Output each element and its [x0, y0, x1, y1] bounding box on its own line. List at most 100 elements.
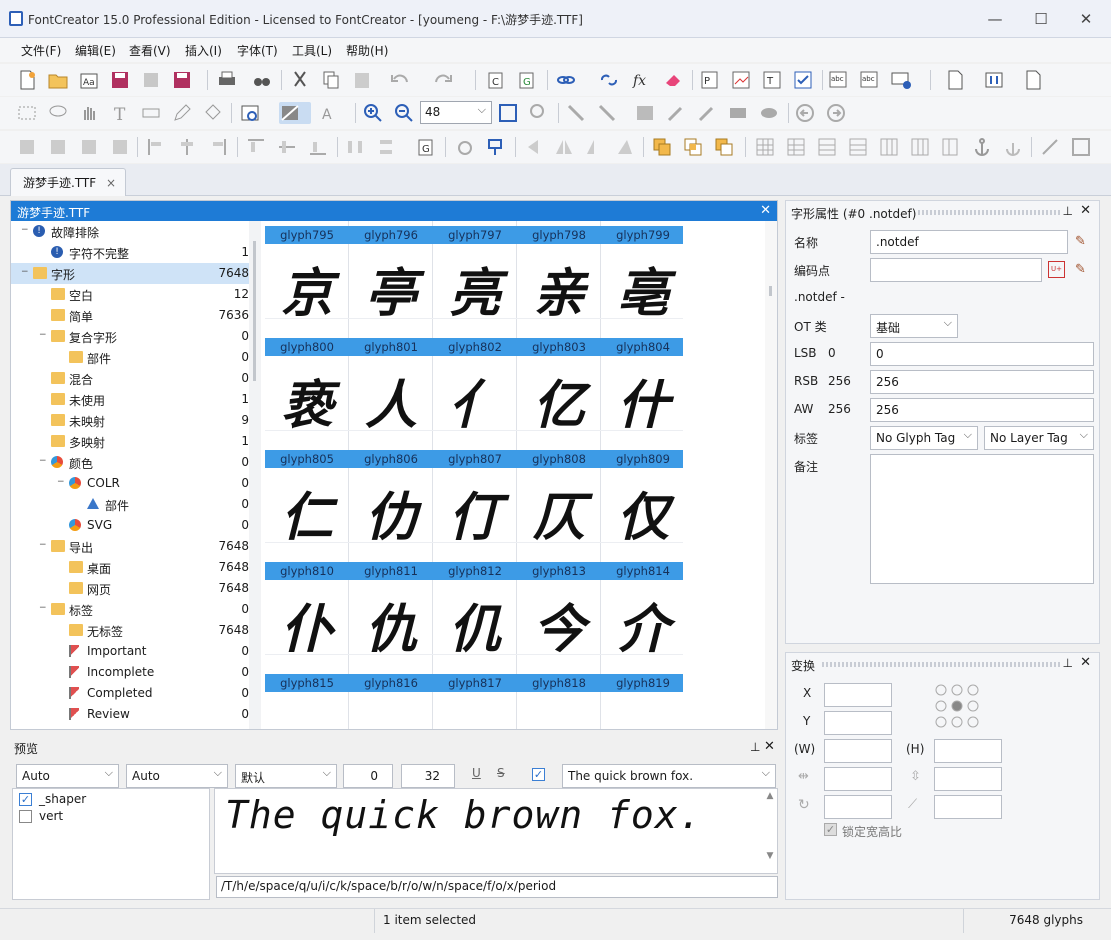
align-middle-icon[interactable]	[276, 136, 298, 158]
properties-icon[interactable]: P	[699, 69, 721, 91]
glyph-cell[interactable]: glyph798	[517, 221, 601, 244]
autohint-icon[interactable]: A	[320, 102, 342, 124]
glyph-cell[interactable]: 亮 glyph802	[433, 244, 517, 356]
measure-icon[interactable]	[140, 102, 162, 124]
back-icon[interactable]	[794, 102, 816, 124]
spacing-stepper[interactable]: 0	[343, 764, 393, 788]
open-icon[interactable]	[47, 69, 69, 91]
tree-expander-icon[interactable]: −	[57, 478, 66, 487]
zoom-out-icon[interactable]	[393, 102, 415, 124]
subtract-icon[interactable]	[713, 136, 735, 158]
export-document-icon[interactable]	[1022, 69, 1044, 91]
redo-icon[interactable]	[432, 69, 454, 91]
codepoint-edit-icon[interactable]: ✎	[1075, 262, 1086, 277]
rectangle-icon[interactable]	[727, 102, 749, 124]
tree-scrollbar[interactable]	[249, 221, 261, 729]
lsb-input[interactable]: 0	[870, 342, 1094, 366]
save-as-icon[interactable]	[171, 69, 193, 91]
width-input[interactable]	[824, 739, 892, 763]
glyph-cell[interactable]: glyph795	[265, 221, 349, 244]
tree-item[interactable]: 部件 0	[11, 494, 255, 515]
align-center-icon[interactable]	[176, 136, 198, 158]
anchor-icon[interactable]	[971, 136, 993, 158]
menu-tools[interactable]: 工具(L)	[292, 42, 332, 59]
glyph-cell[interactable]	[265, 692, 349, 729]
new-font-icon[interactable]	[16, 69, 38, 91]
tree-expander-icon[interactable]: −	[21, 268, 30, 277]
copy-icon[interactable]	[320, 69, 342, 91]
tree-item[interactable]: 桌面 7648	[11, 557, 255, 578]
glyph-cell[interactable]: 仄 glyph813	[517, 468, 601, 580]
grid-3-icon[interactable]	[816, 136, 838, 158]
text-transform-icon[interactable]: T	[761, 69, 783, 91]
glyph-name-input[interactable]: .notdef	[870, 230, 1068, 254]
tree-item[interactable]: − 颜色 0	[11, 452, 255, 473]
ellipse-icon[interactable]	[758, 102, 780, 124]
send-back-icon[interactable]	[109, 136, 131, 158]
tree-item[interactable]: 简单 7636	[11, 305, 255, 326]
tree-expander-icon[interactable]: −	[39, 331, 48, 340]
glyph-cell[interactable]: 人 glyph806	[349, 356, 433, 468]
image-icon[interactable]	[634, 102, 656, 124]
minimize-button[interactable]: —	[984, 8, 1006, 30]
print-icon[interactable]	[216, 69, 238, 91]
preview-scrollbar[interactable]: ▲ ▼	[763, 791, 777, 871]
skew-icon[interactable]	[584, 136, 606, 158]
save-icon[interactable]	[109, 69, 131, 91]
ungroup-icon[interactable]	[47, 136, 69, 158]
eraser-icon[interactable]	[662, 69, 684, 91]
tree-item[interactable]: −! 故障排除	[11, 221, 255, 242]
align-right-icon[interactable]	[207, 136, 229, 158]
feature-select[interactable]: 默认	[235, 764, 337, 788]
fill-mode-icon[interactable]	[279, 102, 311, 124]
grid-6-icon[interactable]	[909, 136, 931, 158]
scale-v-input[interactable]	[934, 767, 1002, 791]
preview-close-icon[interactable]: ✕	[764, 739, 775, 754]
properties-close-icon[interactable]: ✕	[1080, 203, 1091, 218]
preview-mode-icon[interactable]	[239, 102, 261, 124]
tree-item[interactable]: 无标签 7648	[11, 620, 255, 641]
document-tab[interactable]: 游梦手迹.TTF ×	[10, 168, 126, 196]
transform-close-icon[interactable]: ✕	[1080, 655, 1091, 670]
menu-help[interactable]: 帮助(H)	[346, 42, 388, 59]
name-edit-icon[interactable]: ✎	[1075, 234, 1086, 249]
tree-item[interactable]: 网页 7648	[11, 578, 255, 599]
glyph-cell[interactable]	[601, 692, 683, 729]
layer-tag-select[interactable]: No Layer Tag	[984, 426, 1094, 450]
new-document-icon[interactable]	[944, 69, 966, 91]
rotate-input[interactable]	[824, 795, 892, 819]
align-top-icon[interactable]	[245, 136, 267, 158]
node-corner-icon[interactable]	[565, 102, 587, 124]
glyph-ref-icon[interactable]: G	[414, 136, 436, 158]
bring-front-icon[interactable]	[78, 136, 100, 158]
font-panel-close-icon[interactable]: ✕	[760, 203, 771, 218]
tree-item[interactable]: − 导出 7648	[11, 536, 255, 557]
menu-file[interactable]: 文件(F)	[21, 42, 61, 59]
function-icon[interactable]: fx	[631, 69, 653, 91]
distribute-v-icon[interactable]	[375, 136, 397, 158]
insert-character-icon[interactable]: C	[484, 69, 506, 91]
glyph-cell[interactable]: 亲 glyph803	[517, 244, 601, 356]
tree-item[interactable]: 未映射 9	[11, 410, 255, 431]
frame-icon[interactable]	[1070, 136, 1092, 158]
tree-item[interactable]: SVG 0	[11, 515, 255, 536]
glyph-cell[interactable]	[433, 692, 517, 729]
preview-pin-icon[interactable]: ⊥	[750, 740, 760, 754]
insert-glyph-icon[interactable]: G	[515, 69, 537, 91]
tree-item[interactable]: − 标签 0	[11, 599, 255, 620]
glyph-cell[interactable]: 仅 glyph814	[601, 468, 683, 580]
rsb-input[interactable]: 256	[870, 370, 1094, 394]
glyph-cell[interactable]: 亭 glyph801	[349, 244, 433, 356]
fill-icon[interactable]	[202, 102, 224, 124]
glyph-cell[interactable]: glyph796	[349, 221, 433, 244]
lock-ratio-checkbox[interactable]: ✓	[824, 823, 837, 836]
glyph-cell[interactable]: 介 glyph819	[601, 580, 683, 692]
tree-item[interactable]: Review 0	[11, 704, 255, 725]
tree-expander-icon[interactable]: −	[39, 541, 48, 550]
y-input[interactable]	[824, 711, 892, 735]
tree-item[interactable]: Completed 0	[11, 683, 255, 704]
font-info-icon[interactable]: Aa	[78, 69, 100, 91]
glyph-cell[interactable]: 亿 glyph808	[517, 356, 601, 468]
grid-icon[interactable]	[754, 136, 776, 158]
glyph-string-field[interactable]: /T/h/e/space/q/u/i/c/k/space/b/r/o/w/n/s…	[216, 876, 778, 898]
